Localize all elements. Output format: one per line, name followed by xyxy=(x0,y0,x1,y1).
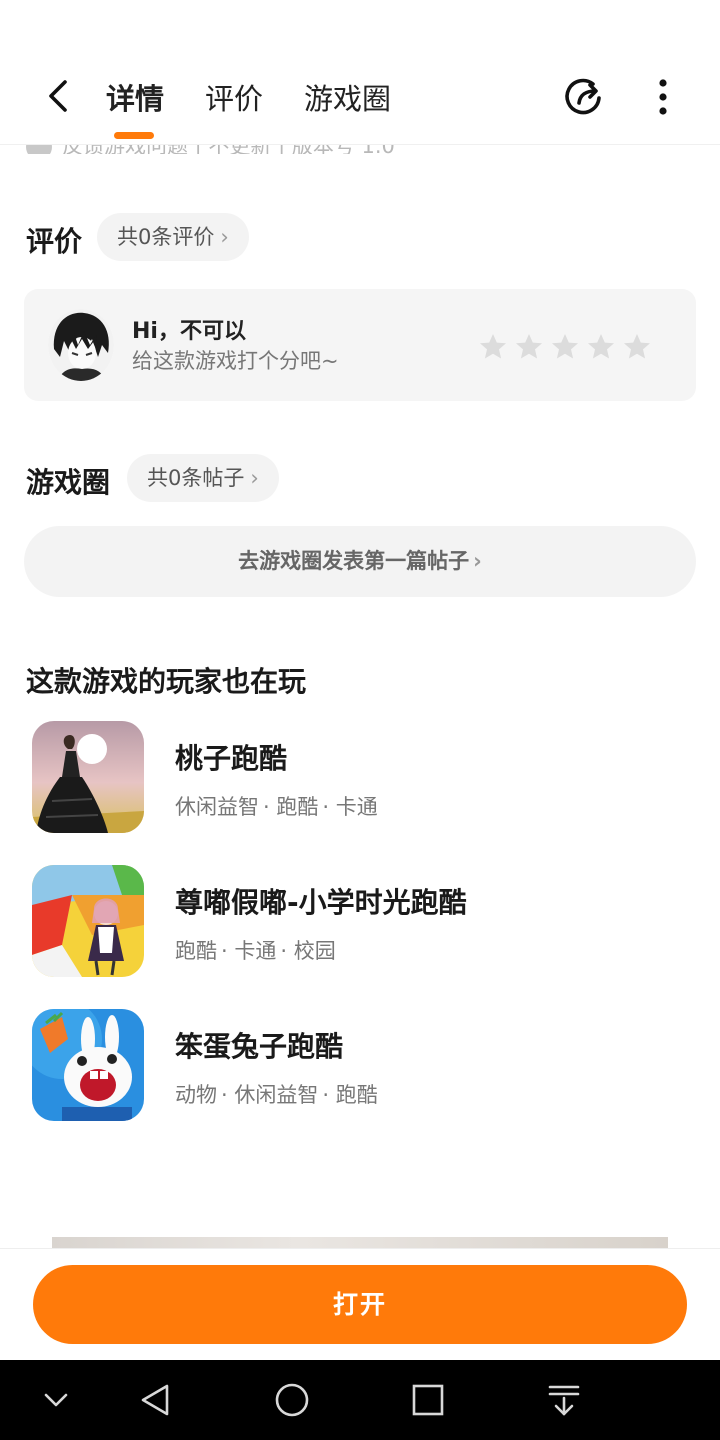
star-icon[interactable] xyxy=(622,332,652,362)
game-tags: 休闲益智 · 跑酷 · 卡通 xyxy=(175,795,378,819)
game-icon-taozi xyxy=(32,721,144,833)
reviews-count-pill[interactable]: 共0条评价 › xyxy=(97,213,249,261)
open-game-button[interactable]: 打开 xyxy=(33,1265,687,1344)
game-tag: 休闲益智 xyxy=(234,1083,319,1107)
chevron-down-icon[interactable] xyxy=(34,1378,78,1422)
chevron-right-icon: › xyxy=(250,466,259,490)
star-rating[interactable] xyxy=(478,332,652,362)
posts-count-pill[interactable]: 共0条帖子 › xyxy=(127,454,279,502)
game-list-item[interactable]: 桃子跑酷 休闲益智 · 跑酷 · 卡通 xyxy=(32,721,692,833)
system-navigation-bar xyxy=(0,1360,720,1440)
game-tag: 卡通 xyxy=(234,939,277,963)
star-icon[interactable] xyxy=(550,332,580,362)
game-list-item[interactable]: 尊嘟假嘟-小学时光跑酷 跑酷 · 卡通 · 校园 xyxy=(32,865,692,977)
game-list-item[interactable]: 笨蛋兔子跑酷 动物 · 休闲益智 · 跑酷 xyxy=(32,1009,692,1121)
game-tag: 跑酷 xyxy=(276,795,319,819)
notification-pull-down-icon[interactable] xyxy=(542,1378,586,1422)
top-navigation-bar: 详情 评价 游戏圈 xyxy=(0,0,720,145)
game-tag: 卡通 xyxy=(335,795,378,819)
related-games-title: 这款游戏的玩家也在玩 xyxy=(26,665,307,698)
game-tags: 跑酷 · 卡通 · 校园 xyxy=(175,939,336,963)
posts-count-label: 共0条帖子 xyxy=(147,466,245,490)
star-icon[interactable] xyxy=(514,332,544,362)
back-triangle-icon[interactable] xyxy=(134,1378,178,1422)
home-circle-icon[interactable] xyxy=(270,1378,314,1422)
star-icon[interactable] xyxy=(586,332,616,362)
back-arrow-icon[interactable] xyxy=(38,74,82,118)
game-tag: 跑酷 xyxy=(175,939,217,963)
tab-details[interactable]: 详情 xyxy=(106,76,164,118)
game-tag: 校园 xyxy=(293,939,336,963)
star-icon[interactable] xyxy=(478,332,508,362)
game-circle-section-title: 游戏圈 xyxy=(26,466,111,499)
recents-square-icon[interactable] xyxy=(406,1378,450,1422)
first-post-label: 去游戏圈发表第一篇帖子 xyxy=(238,549,470,573)
game-tags: 动物 · 休闲益智 · 跑酷 xyxy=(175,1083,378,1107)
game-name: 桃子跑酷 xyxy=(175,742,288,775)
tab-reviews[interactable]: 评价 xyxy=(205,76,263,118)
rating-prompt-title: Hi，不可以 xyxy=(132,319,246,344)
more-options-icon[interactable] xyxy=(648,76,678,120)
active-tab-indicator xyxy=(114,132,154,139)
share-icon[interactable] xyxy=(562,76,606,120)
avatar xyxy=(48,309,114,381)
chevron-right-icon: › xyxy=(473,549,482,573)
reviews-count-label: 共0条评价 xyxy=(117,225,215,249)
game-name: 尊嘟假嘟-小学时光跑酷 xyxy=(175,886,467,919)
chevron-right-icon: › xyxy=(220,225,229,249)
rating-prompt-subtitle: 给这款游戏打个分吧~ xyxy=(132,349,339,373)
game-tag: 动物 xyxy=(175,1083,217,1107)
game-icon-zundu xyxy=(32,865,144,977)
game-tag: 休闲益智 xyxy=(175,795,259,819)
game-name: 笨蛋兔子跑酷 xyxy=(175,1030,344,1063)
game-icon-rabbids xyxy=(32,1009,144,1121)
reviews-section-title: 评价 xyxy=(26,225,83,258)
bottom-action-bar: 打开 xyxy=(0,1248,720,1360)
rating-prompt-card: Hi，不可以 给这款游戏打个分吧~ xyxy=(24,289,696,401)
game-tag: 跑酷 xyxy=(335,1083,378,1107)
first-post-button[interactable]: 去游戏圈发表第一篇帖子 › xyxy=(24,526,696,597)
tab-game-circle[interactable]: 游戏圈 xyxy=(304,76,391,118)
